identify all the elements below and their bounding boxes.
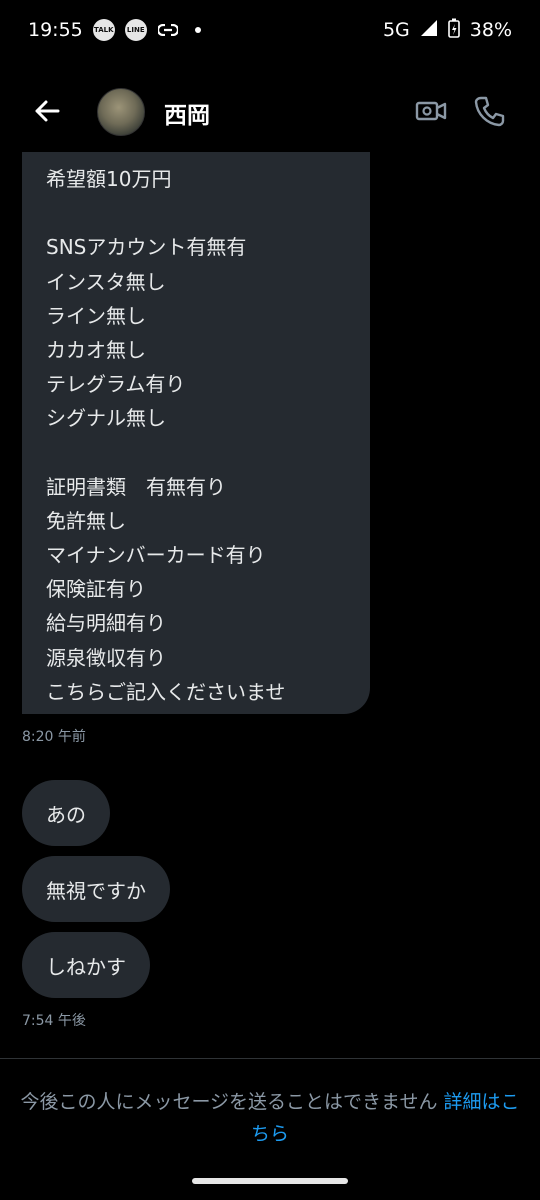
received-message-bubble[interactable]: あの	[22, 780, 110, 846]
message-line: ライン無し	[46, 303, 146, 328]
status-left: 19:55 TALK LINE	[28, 19, 201, 41]
conversation-header: 西岡	[0, 80, 540, 142]
message-line: 希望額10万円	[46, 167, 172, 191]
video-camera-icon	[415, 101, 447, 121]
contact-name[interactable]: 西岡	[164, 96, 210, 130]
footer-divider	[0, 1058, 540, 1059]
back-button[interactable]	[30, 94, 64, 128]
message-line: マイナンバーカード有り	[46, 543, 266, 568]
message-timestamp: 8:20 午前	[22, 729, 86, 745]
message-line	[46, 436, 370, 470]
battery-icon	[447, 18, 460, 43]
status-time: 19:55	[28, 19, 83, 41]
message-line: 免許無し	[46, 508, 126, 533]
signal-icon	[420, 19, 438, 42]
message-line: SNSアカウント有無有	[46, 235, 247, 260]
phone-icon	[474, 96, 505, 127]
message-line	[46, 196, 370, 230]
message-line: 源泉徴収有り	[46, 645, 166, 670]
message-line: 保険証有り	[46, 577, 146, 602]
message-timestamp: 7:54 午後	[22, 1013, 86, 1029]
message-line: テレグラム有り	[46, 372, 186, 397]
message-line: インスタ無し	[46, 269, 166, 294]
message-line: こちらご記入くださいませ	[46, 679, 286, 704]
notice-text: 今後この人にメッセージを送ることはできません	[20, 1091, 444, 1113]
video-call-button[interactable]	[414, 94, 448, 128]
message-line: 給与明細有り	[46, 611, 166, 636]
status-right: 5G 38%	[383, 18, 512, 43]
link-icon	[157, 23, 179, 37]
contact-avatar[interactable]	[97, 88, 145, 136]
line-notification-icon: LINE	[124, 19, 147, 41]
voice-call-button[interactable]	[472, 94, 506, 128]
more-notifications-dot-icon	[194, 27, 201, 33]
home-indicator[interactable]	[192, 1178, 348, 1184]
cannot-message-notice: 今後この人にメッセージを送ることはできません 詳細はこちら	[20, 1086, 520, 1150]
message-line: 証明書類 有無有り	[46, 474, 226, 499]
received-message-bubble[interactable]: しねかす	[22, 932, 150, 998]
arrow-left-icon	[35, 100, 60, 122]
received-message-bubble[interactable]: 無視ですか	[22, 856, 170, 922]
message-line: シグナル無し	[46, 406, 166, 431]
network-label: 5G	[382, 19, 410, 41]
received-message-bubble[interactable]: 希望額10万円 SNSアカウント有無有 インスタ無し ライン無し カカオ無し テ…	[22, 152, 370, 714]
status-bar: 19:55 TALK LINE 5G 38%	[0, 0, 540, 60]
battery-percent: 38%	[469, 19, 512, 41]
message-line: カカオ無し	[46, 337, 146, 362]
talk-notification-icon: TALK	[92, 19, 115, 41]
